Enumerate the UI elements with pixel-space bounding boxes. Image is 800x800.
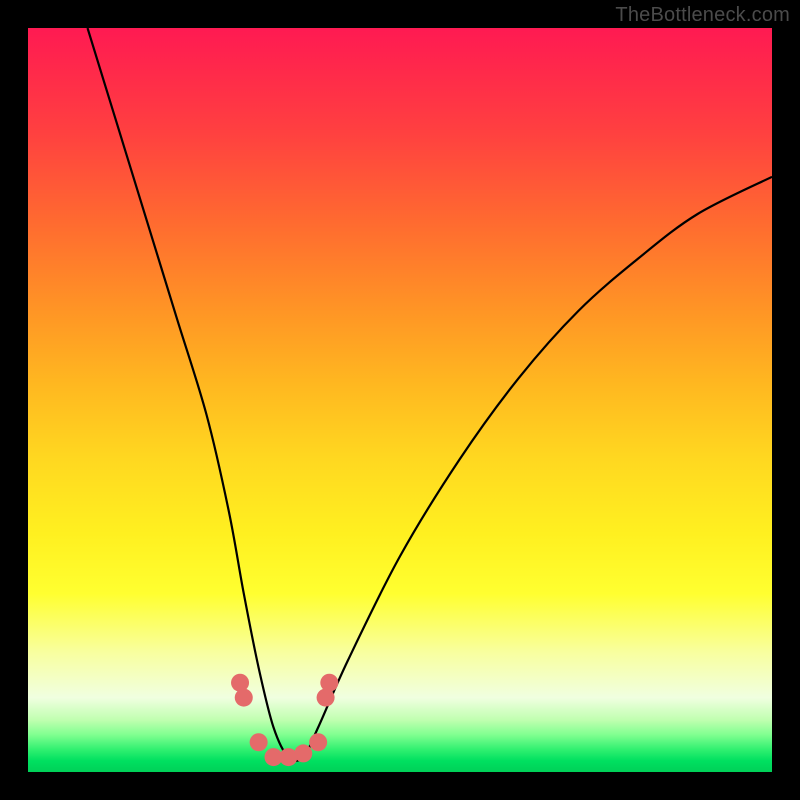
curve-marker (309, 733, 327, 751)
plot-area (28, 28, 772, 772)
curve-marker (235, 689, 253, 707)
curve-marker (294, 744, 312, 762)
outer-black-frame: TheBottleneck.com (0, 0, 800, 800)
curve-marker (250, 733, 268, 751)
watermark-text: TheBottleneck.com (615, 4, 790, 27)
bottleneck-curve-path (88, 28, 772, 761)
bottleneck-curve-svg (28, 28, 772, 772)
curve-marker (320, 674, 338, 692)
